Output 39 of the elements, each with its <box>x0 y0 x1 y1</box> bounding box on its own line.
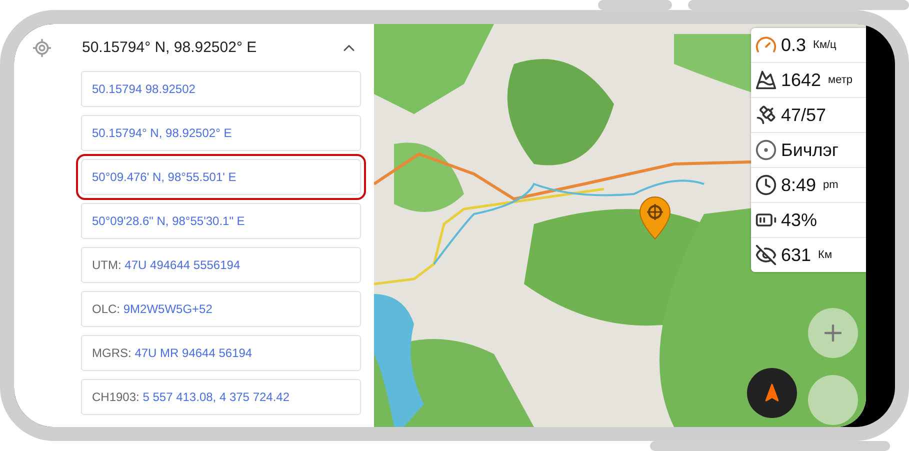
widget-value: 43% <box>781 210 818 230</box>
coordinate-value: 9M2W5W5G+52 <box>123 302 212 316</box>
coordinate-value: 5 557 413.08, 4 375 724.42 <box>142 390 290 404</box>
coordinate-format-item[interactable]: 50°09'28.6" N, 98°55'30.1" E <box>81 203 361 239</box>
coordinate-value: 50.15794 98.92502 <box>92 82 196 96</box>
mountain-icon <box>755 69 777 91</box>
coordinate-format-item[interactable]: CH1903: 5 557 413.08, 4 375 724.42 <box>81 379 361 415</box>
coordinate-value: 47U MR 94644 56194 <box>134 346 252 360</box>
format-label: UTM: <box>92 258 122 272</box>
widget-unit: метр <box>828 74 853 86</box>
widget-value: Бичлэг <box>781 140 838 160</box>
location-pin-icon[interactable] <box>639 196 671 240</box>
widget-unit: Км/ц <box>813 39 836 51</box>
format-label: MGRS: <box>92 346 132 360</box>
satellite-icon <box>755 104 777 126</box>
zoom-in-button[interactable] <box>808 308 858 358</box>
widget-value: 8:49 <box>781 174 816 196</box>
crosshair-icon[interactable] <box>32 38 52 58</box>
coordinate-format-item[interactable]: MGRS: 47U MR 94644 56194 <box>81 335 361 371</box>
coordinate-format-item[interactable]: 50.15794° N, 98.92502° E <box>81 115 361 151</box>
coordinate-value: 50.15794° N, 98.92502° E <box>92 126 232 140</box>
eye-off-icon <box>755 244 777 266</box>
widget-value: 1642 <box>781 70 822 90</box>
record-icon <box>755 139 777 161</box>
coordinate-value: 47U 494644 5556194 <box>124 258 240 272</box>
widget-unit: pm <box>823 179 838 191</box>
widget-unit: Км <box>818 249 832 261</box>
coordinate-value: 50°09.476' N, 98°55.501' E <box>92 170 236 184</box>
coordinate-format-item[interactable]: 50.15794 98.92502 <box>81 71 361 107</box>
coordinate-format-item[interactable]: UTM: 47U 494644 5556194 <box>81 247 361 283</box>
coordinates-title: 50.15794° N, 98.92502° E <box>82 39 258 56</box>
clock-icon <box>755 174 777 196</box>
widget-value: 631 <box>781 244 812 266</box>
coordinate-format-item[interactable]: OLC: 9M2W5W5G+52 <box>81 291 361 327</box>
coordinate-value: 50°09'28.6" N, 98°55'30.1" E <box>92 214 245 228</box>
widget-value: 47/57 <box>781 104 826 126</box>
format-label: CH1903: <box>92 390 140 404</box>
format-label: OLC: <box>92 302 120 316</box>
widget-value: 0.3 <box>781 34 806 56</box>
